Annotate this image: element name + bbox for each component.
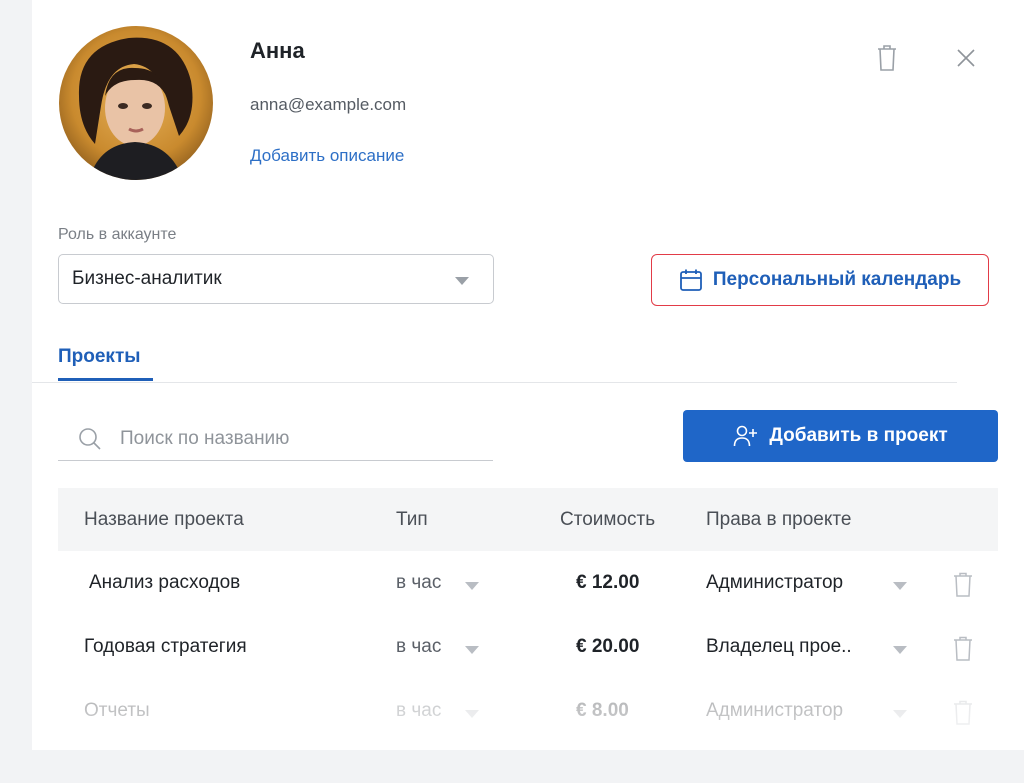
personal-calendar-button[interactable]: Персональный календарь [651,254,989,306]
column-header-name: Название проекта [84,509,244,530]
project-type[interactable]: в час [396,572,441,594]
chevron-down-icon[interactable] [893,582,907,590]
trash-icon[interactable] [953,636,973,662]
table-row: Отчеты в час € 8.00 Администратор [58,680,998,744]
add-to-project-button[interactable]: Добавить в проект [683,410,998,462]
chevron-down-icon[interactable] [465,710,479,718]
column-header-cost: Стоимость [560,509,656,530]
personal-calendar-label: Персональный календарь [712,269,962,290]
search-icon [79,428,101,450]
trash-icon[interactable] [953,572,973,598]
role-label: Роль в аккаунте [58,226,177,243]
chevron-down-icon[interactable] [893,646,907,654]
column-header-type: Тип [396,509,428,530]
role-select[interactable]: Бизнес-аналитик [58,254,494,304]
add-user-icon [734,425,758,447]
project-type[interactable]: в час [396,700,441,722]
trash-icon [878,45,896,71]
chevron-down-icon[interactable] [893,710,907,718]
project-name: Отчеты [84,700,150,721]
tabs-divider [32,382,957,383]
add-description-link[interactable]: Добавить описание [250,146,404,166]
active-tab-indicator [58,378,153,381]
table-row: Годовая стратегия в час € 20.00 Владелец… [58,616,998,680]
role-selected-value: Бизнес-аналитик [72,268,222,289]
project-name: Годовая стратегия [84,636,247,657]
user-profile-panel: Анна anna@example.com Добавить описание … [32,0,1024,750]
user-name: Анна [250,38,305,63]
table-row: Анализ расходов в час € 12.00 Администра… [58,552,998,616]
trash-icon[interactable] [953,700,973,726]
close-icon [957,49,975,67]
add-to-project-label: Добавить в проект [769,425,948,446]
calendar-icon [679,269,702,291]
project-rights[interactable]: Администратор [706,700,843,722]
user-email: anna@example.com [250,95,407,114]
project-type[interactable]: в час [396,636,441,658]
project-rights[interactable]: Администратор [706,572,843,594]
chevron-down-icon[interactable] [465,646,479,654]
project-cost: € 12.00 [576,572,640,593]
project-cost: € 20.00 [576,636,640,657]
project-cost: € 8.00 [576,700,629,721]
delete-user-button[interactable] [869,40,905,76]
project-rights[interactable]: Владелец прое.. [706,636,852,658]
column-header-rights: Права в проекте [706,509,852,530]
project-name: Анализ расходов [89,572,241,593]
avatar [59,26,213,180]
search-input[interactable] [118,427,482,451]
close-button[interactable] [948,40,984,76]
chevron-down-icon[interactable] [465,582,479,590]
chevron-down-icon [455,277,469,285]
table-header: Название проекта Тип Стоимость Права в п… [58,488,998,551]
search-box [58,418,493,461]
tab-projects[interactable]: Проекты [58,346,140,368]
